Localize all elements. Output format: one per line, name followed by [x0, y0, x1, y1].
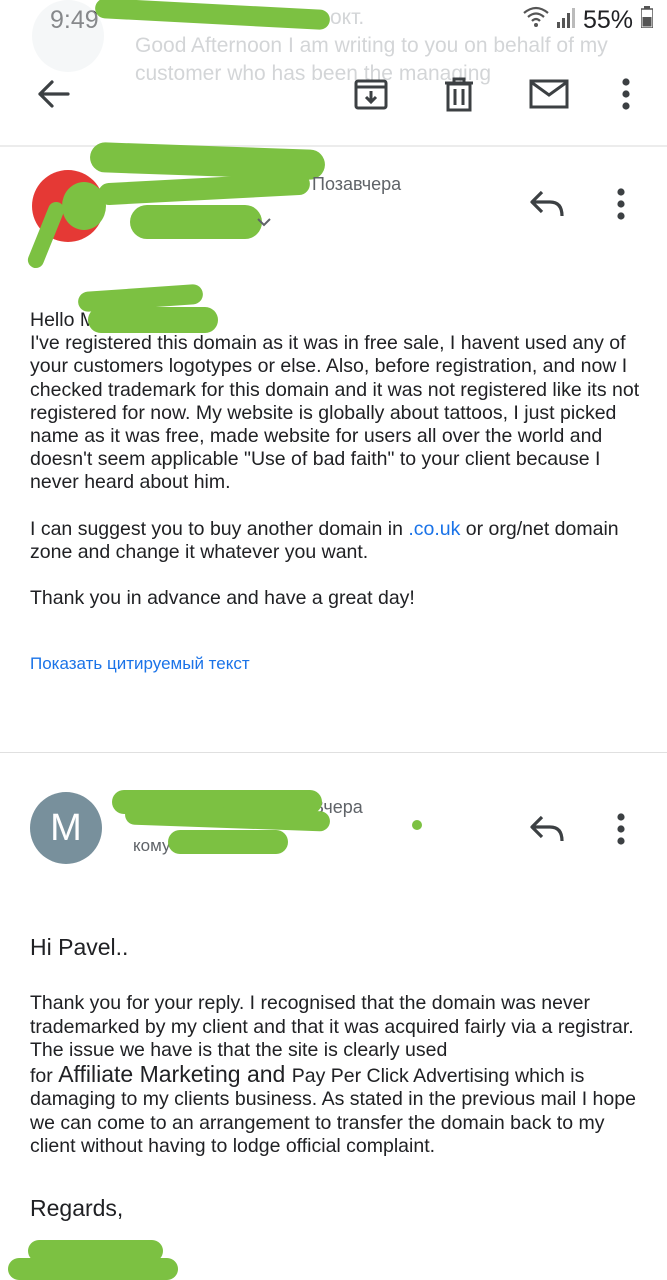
message-1-suggestion: I can suggest you to buy another domain …	[30, 517, 619, 563]
redaction-mark	[97, 172, 311, 206]
more-vert-icon	[621, 77, 631, 115]
message-1-date: Позавчера	[312, 174, 402, 194]
redaction-mark	[8, 1258, 178, 1280]
toolbar	[0, 70, 667, 128]
message-2-paragraph-2: for Affiliate Marketing and Pay Per Clic…	[30, 1060, 636, 1157]
message-2-greeting: Hi Pavel..	[30, 934, 129, 960]
message-2-recipient[interactable]: кому	[133, 836, 170, 856]
message-1-closing: Thank you in advance and have a great da…	[30, 587, 415, 610]
more-options-button[interactable]	[606, 70, 646, 122]
expand-details-icon[interactable]	[256, 214, 272, 232]
message-2-body: Thank you for your reply. I recognised t…	[30, 992, 636, 1159]
redaction-mark	[130, 205, 262, 239]
more-vert-icon	[616, 813, 626, 849]
message-divider	[0, 752, 667, 753]
message-2-regards: Regards,	[30, 1195, 124, 1221]
redaction-mark	[88, 307, 218, 333]
reply-icon	[528, 815, 566, 847]
message-1-reply-button[interactable]	[528, 188, 572, 224]
status-dot	[412, 820, 422, 830]
archive-icon	[353, 76, 389, 117]
message-1-more-button[interactable]	[616, 188, 636, 224]
message-1-greeting: Hello M	[30, 307, 640, 333]
arrow-left-icon	[36, 79, 70, 114]
message-2-more-button[interactable]	[616, 813, 636, 849]
redaction-mark	[168, 830, 288, 854]
message-1-paragraph: I've registered this domain as it was in…	[30, 332, 640, 494]
mark-unread-button[interactable]	[522, 70, 576, 122]
archive-button[interactable]	[346, 70, 396, 122]
message-2-avatar[interactable]: M	[30, 792, 102, 864]
trash-icon	[443, 76, 475, 117]
reply-icon	[528, 190, 566, 222]
delete-button[interactable]	[434, 70, 484, 122]
message-2-paragraph: Thank you for your reply. I recognised t…	[30, 992, 634, 1061]
background-avatar	[32, 0, 104, 72]
show-quoted-text-link[interactable]: Показать цитируемый текст	[30, 654, 250, 674]
domain-link[interactable]: .co.uk	[408, 518, 460, 540]
back-button[interactable]	[28, 70, 78, 122]
more-vert-icon	[616, 188, 626, 224]
mail-icon	[529, 79, 569, 114]
message-2-reply-button[interactable]	[528, 813, 572, 849]
battery-icon	[640, 6, 654, 35]
message-1-body: Hello M I've registered this domain as i…	[30, 307, 640, 610]
